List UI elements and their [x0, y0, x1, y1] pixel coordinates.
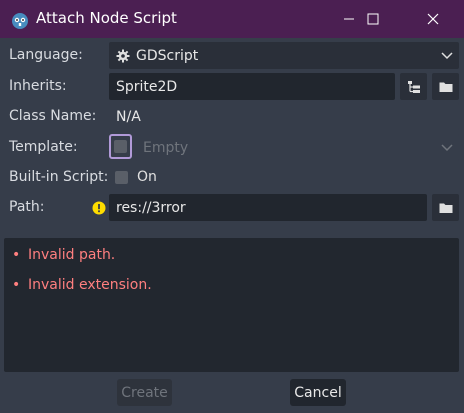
close-button[interactable] — [410, 0, 456, 38]
chevron-down-icon — [441, 52, 453, 60]
error-message: • Invalid extension. — [12, 277, 152, 293]
title-bar: Attach Node Script — [0, 0, 464, 38]
bullet: • — [12, 247, 21, 263]
attach-script-dialog: Language: GDScript Inherits: Sprite2D Cl… — [0, 38, 464, 413]
template-label: Template: — [9, 139, 78, 155]
builtin-script-option[interactable]: On — [137, 169, 157, 185]
class-name-value: N/A — [116, 108, 141, 125]
maximize-icon — [367, 13, 379, 25]
close-icon — [427, 13, 439, 25]
bullet: • — [12, 277, 21, 293]
maximize-button[interactable] — [350, 0, 396, 38]
gear-icon — [116, 49, 130, 62]
godot-logo-icon — [12, 13, 28, 29]
error-message-text: Invalid extension. — [28, 277, 152, 293]
validation-messages: • Invalid path. • Invalid extension. — [4, 238, 459, 372]
folder-icon — [439, 82, 452, 92]
language-dropdown[interactable]: GDScript — [109, 42, 459, 69]
folder-icon — [439, 203, 452, 213]
inherits-value: Sprite2D — [116, 78, 178, 95]
class-tree-button[interactable] — [400, 73, 427, 100]
language-value: GDScript — [136, 47, 199, 64]
cancel-button[interactable]: Cancel — [290, 379, 346, 406]
inherits-label: Inherits: — [9, 78, 67, 94]
path-label: Path: — [9, 199, 45, 215]
error-message: • Invalid path. — [12, 247, 115, 263]
inherits-input[interactable]: Sprite2D — [109, 73, 395, 100]
class-name-label: Class Name: — [9, 108, 97, 124]
path-browse-button[interactable] — [432, 194, 459, 221]
chevron-down-icon — [441, 144, 453, 152]
template-dropdown[interactable]: Empty — [136, 134, 459, 161]
template-checkbox[interactable] — [109, 134, 132, 159]
error-message-text: Invalid path. — [28, 247, 116, 263]
builtin-script-checkbox[interactable] — [115, 171, 128, 184]
inherits-browse-button[interactable] — [432, 73, 459, 100]
builtin-script-label: Built-in Script: — [9, 169, 109, 185]
warning-icon — [92, 201, 106, 215]
path-input[interactable]: res://3rror — [109, 194, 427, 221]
language-label: Language: — [9, 47, 83, 63]
class-name-input[interactable]: N/A — [109, 103, 459, 130]
class-tree-icon — [407, 80, 420, 93]
path-value: res://3rror — [116, 199, 186, 216]
template-checkbox-box — [114, 140, 127, 153]
window-title: Attach Node Script — [36, 9, 177, 27]
create-button[interactable]: Create — [117, 379, 172, 406]
template-value: Empty — [143, 139, 189, 156]
